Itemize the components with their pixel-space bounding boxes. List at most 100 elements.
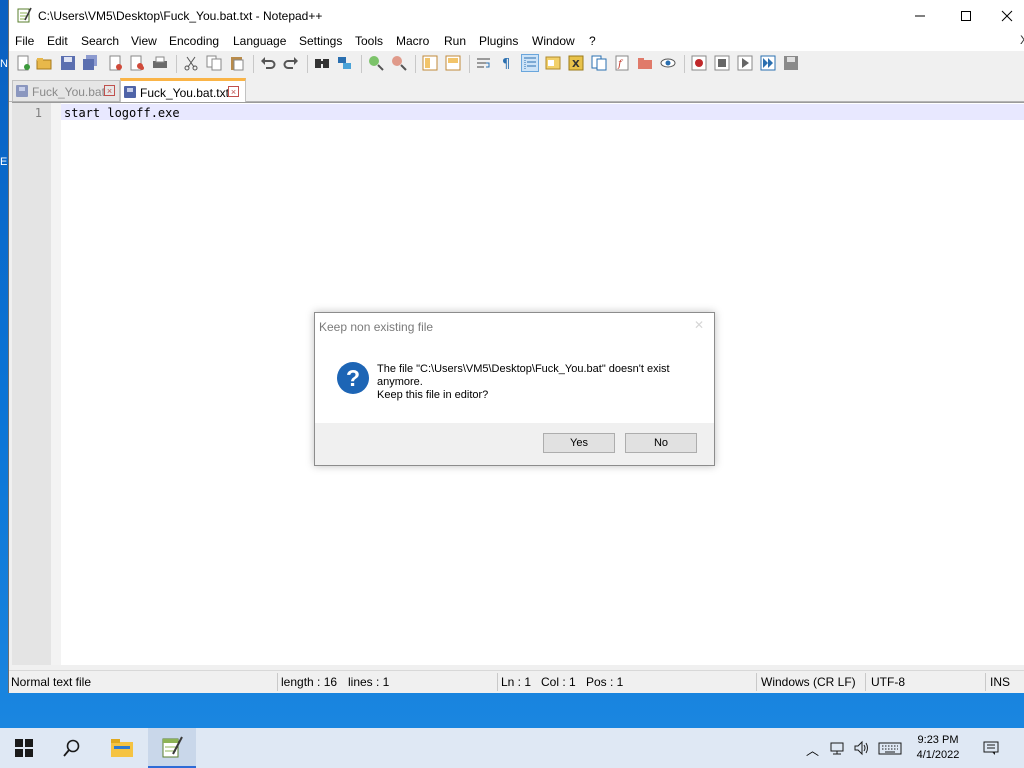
toolbar-separator: [176, 55, 177, 73]
cut-icon[interactable]: [183, 55, 199, 71]
status-encoding: UTF-8: [871, 675, 905, 689]
document-map-icon[interactable]: X: [568, 55, 584, 71]
status-divider: [277, 673, 278, 691]
menu-macro[interactable]: Macro: [396, 34, 429, 48]
save-icon[interactable]: [60, 55, 76, 71]
status-file-type: Normal text file: [11, 675, 92, 689]
print-icon[interactable]: [152, 55, 168, 71]
minimize-icon: [915, 15, 925, 16]
maximize-button[interactable]: [943, 0, 989, 31]
sync-vertical-icon[interactable]: [422, 55, 438, 71]
menu-settings[interactable]: Settings: [299, 34, 342, 48]
tab-fuck-you-bat-txt[interactable]: Fuck_You.bat.txt ×: [120, 78, 246, 102]
folder-as-workspace-icon[interactable]: [637, 55, 653, 71]
taskbar-clock[interactable]: 9:23 PM 4/1/2022: [906, 733, 970, 763]
tab-fuck-you-bat[interactable]: Fuck_You.bat ×: [12, 80, 120, 101]
toolbar: ¶ X f: [9, 51, 1024, 77]
macro-stop-icon[interactable]: [714, 55, 730, 71]
close-document-glyph[interactable]: X: [1020, 33, 1024, 47]
zoom-in-icon[interactable]: [368, 55, 384, 71]
document-list-icon[interactable]: [591, 55, 607, 71]
network-icon[interactable]: [830, 740, 846, 756]
notifications-icon[interactable]: [983, 740, 999, 756]
tab-close-icon[interactable]: ×: [228, 86, 239, 97]
svg-text:¶: ¶: [502, 57, 510, 71]
menu-run[interactable]: Run: [444, 34, 466, 48]
menu-file[interactable]: File: [15, 34, 34, 48]
file-explorer-button[interactable]: [98, 728, 146, 768]
close-all-icon[interactable]: [129, 55, 145, 71]
menu-encoding[interactable]: Encoding: [169, 34, 219, 48]
status-divider: [865, 673, 866, 691]
minimize-button[interactable]: [897, 0, 943, 31]
copy-icon[interactable]: [206, 55, 222, 71]
fold-margin: [51, 103, 61, 665]
menu-help[interactable]: ?: [589, 34, 596, 48]
search-icon: [63, 739, 80, 757]
replace-icon[interactable]: [337, 55, 353, 71]
user-defined-language-icon[interactable]: [545, 55, 561, 71]
start-button[interactable]: [0, 728, 48, 768]
notepadpp-taskbar-button[interactable]: [148, 728, 196, 768]
tab-label: Fuck_You.bat: [32, 85, 105, 99]
close-icon[interactable]: [107, 55, 123, 71]
dialog-message: The file "C:\Users\VM5\Desktop\Fuck_You.…: [377, 363, 697, 402]
file-explorer-icon: [111, 739, 133, 757]
menu-plugins[interactable]: Plugins: [479, 34, 518, 48]
menu-search[interactable]: Search: [81, 34, 119, 48]
keep-file-dialog: Keep non existing file ✕ ? The file "C:\…: [314, 312, 715, 466]
paste-icon[interactable]: [229, 55, 245, 71]
menu-edit[interactable]: Edit: [47, 34, 68, 48]
volume-icon[interactable]: [854, 740, 870, 756]
chevron-up-icon[interactable]: ︿: [806, 740, 819, 759]
monitoring-icon[interactable]: [660, 55, 676, 71]
sync-horizontal-icon[interactable]: [445, 55, 461, 71]
yes-button[interactable]: Yes: [543, 433, 615, 453]
macro-save-icon[interactable]: [783, 55, 799, 71]
line-number: 1: [34, 106, 42, 120]
find-icon[interactable]: [314, 55, 330, 71]
function-list-icon[interactable]: f: [614, 55, 630, 71]
show-all-characters-icon[interactable]: ¶: [499, 55, 515, 71]
tab-close-icon[interactable]: ×: [104, 85, 115, 96]
menu-language[interactable]: Language: [233, 34, 286, 48]
status-bar: Normal text file length : 16 lines : 1 L…: [9, 670, 1024, 692]
menu-view[interactable]: View: [131, 34, 157, 48]
toolbar-separator: [469, 55, 470, 73]
window-title: C:\Users\VM5\Desktop\Fuck_You.bat.txt - …: [38, 9, 323, 23]
open-file-icon[interactable]: [36, 55, 52, 71]
code-line[interactable]: start logoff.exe: [64, 106, 180, 120]
toolbar-separator: [415, 55, 416, 73]
undo-icon[interactable]: [260, 55, 276, 71]
status-eol[interactable]: Windows (CR LF): [761, 675, 856, 689]
indent-guide-icon[interactable]: [521, 54, 539, 72]
close-window-button[interactable]: [989, 0, 1024, 31]
word-wrap-icon[interactable]: [476, 55, 492, 71]
zoom-out-icon[interactable]: [391, 55, 407, 71]
menu-window[interactable]: Window: [532, 34, 575, 48]
redo-icon[interactable]: [283, 55, 299, 71]
file-icon: [124, 86, 136, 98]
save-all-icon[interactable]: [82, 55, 98, 71]
title-bar[interactable]: C:\Users\VM5\Desktop\Fuck_You.bat.txt - …: [9, 0, 1024, 31]
no-button[interactable]: No: [625, 433, 697, 453]
dialog-message-line: The file "C:\Users\VM5\Desktop\Fuck_You.…: [377, 363, 670, 388]
status-ln: Ln : 1: [501, 675, 532, 689]
macro-run-multiple-icon[interactable]: [760, 55, 776, 71]
status-divider: [985, 673, 986, 691]
close-icon: [1001, 10, 1013, 21]
maximize-icon: [961, 10, 971, 21]
menu-tools[interactable]: Tools: [355, 34, 383, 48]
status-col: Col : 1: [541, 675, 576, 689]
new-file-icon[interactable]: [15, 55, 31, 71]
clock-date: 4/1/2022: [916, 749, 960, 761]
clock-time: 9:23 PM: [917, 734, 959, 746]
search-button[interactable]: [48, 728, 96, 768]
macro-record-icon[interactable]: [691, 55, 707, 71]
file-icon: [16, 85, 28, 97]
keyboard-icon[interactable]: [878, 740, 902, 756]
macro-play-icon[interactable]: [737, 55, 753, 71]
dialog-button-area: Yes No: [315, 423, 714, 465]
dialog-message-line: Keep this file in editor?: [377, 389, 489, 401]
dialog-close-icon[interactable]: ✕: [694, 318, 704, 332]
